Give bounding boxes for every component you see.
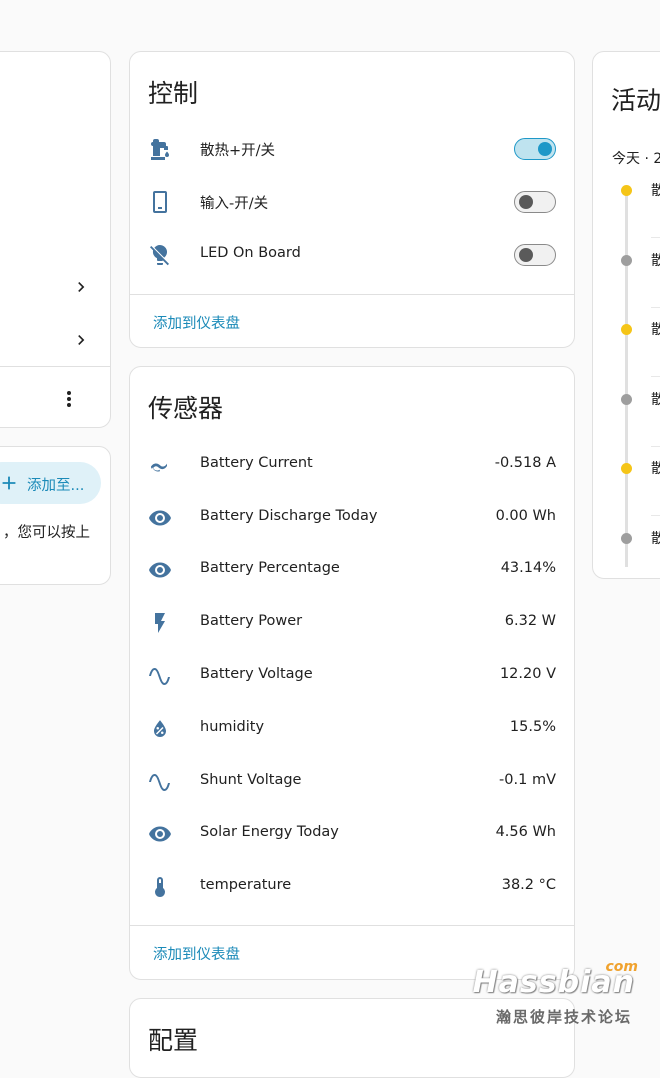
sensor-label: Battery Discharge Today	[200, 508, 378, 524]
sensor-value: 4.56 Wh	[495, 824, 556, 840]
add-to-dashboard-link[interactable]: 添加到仪表盘	[153, 312, 240, 333]
activity-dot	[621, 463, 632, 474]
watermark-subtitle: 瀚思彼岸技术论坛	[495, 1008, 632, 1026]
hint-text: ，您可以按上	[3, 525, 90, 541]
sensor-value: -0.1 mV	[499, 772, 556, 788]
activity-separator	[651, 376, 660, 377]
control-label: 散热+开/关	[200, 143, 276, 159]
water-percent-icon	[148, 717, 172, 741]
device-info-card	[0, 51, 111, 428]
sensor-row[interactable]: Solar Energy Today 4.56 Wh	[130, 814, 574, 854]
cellphone-icon	[148, 190, 172, 214]
activity-dot	[621, 324, 632, 335]
activity-entry[interactable]: 散	[651, 389, 660, 409]
activity-dot	[621, 255, 632, 266]
add-to-button-label: 添加至...	[27, 478, 85, 494]
automation-card: 添加至... ，您可以按上	[0, 446, 111, 585]
activity-entry[interactable]: 散	[651, 180, 660, 200]
activity-separator	[651, 237, 660, 238]
activity-dot	[621, 185, 632, 196]
sensor-row[interactable]: Shunt Voltage -0.1 mV	[130, 762, 574, 802]
activity-entry[interactable]: 散	[651, 528, 660, 548]
control-row[interactable]: LED On Board	[130, 235, 574, 275]
sine-wave-icon	[148, 664, 172, 688]
control-label: LED On Board	[200, 245, 301, 261]
eye-icon	[148, 822, 172, 846]
timeline-line	[625, 192, 628, 567]
add-to-dashboard-link[interactable]: 添加到仪表盘	[153, 943, 240, 964]
sensor-value: 38.2 °C	[501, 877, 556, 893]
thermometer-icon	[148, 875, 172, 899]
sensors-title: 传感器	[148, 394, 224, 423]
more-vert-icon[interactable]	[57, 387, 81, 411]
card-divider	[130, 925, 574, 926]
controls-card: 控制 散热+开/关 输入-开/关 LED On Board 添加到仪表盘	[129, 51, 575, 348]
sensor-label: temperature	[200, 877, 292, 893]
sine-wave-icon	[148, 770, 172, 794]
sensor-label: Solar Energy Today	[200, 824, 339, 840]
sensor-row[interactable]: Battery Voltage 12.20 V	[130, 656, 574, 696]
sensor-row[interactable]: Battery Power 6.32 W	[130, 603, 574, 643]
sensor-row[interactable]: Battery Percentage 43.14%	[130, 550, 574, 590]
eye-icon	[148, 558, 172, 582]
cooling-toggle[interactable]	[514, 138, 556, 160]
watermark: com Hassbian 瀚思彼岸技术论坛	[460, 959, 660, 1031]
plus-icon	[2, 476, 16, 490]
sensor-label: Battery Voltage	[200, 666, 313, 682]
activity-separator	[651, 446, 660, 447]
lightbulb-off-icon	[148, 243, 172, 267]
water-pump-icon	[148, 137, 172, 161]
sensor-label: Shunt Voltage	[200, 772, 302, 788]
control-row[interactable]: 输入-开/关	[130, 182, 574, 222]
eye-icon	[148, 506, 172, 530]
activity-title: 活动	[611, 86, 660, 115]
sensor-row[interactable]: temperature 38.2 °C	[130, 867, 574, 907]
activity-entry[interactable]: 散	[651, 250, 660, 270]
sensor-value: 12.20 V	[499, 666, 556, 682]
sensor-row[interactable]: humidity 15.5%	[130, 709, 574, 749]
activity-dot	[621, 533, 632, 544]
sensor-value: 6.32 W	[504, 613, 556, 629]
sensor-label: humidity	[200, 719, 265, 735]
chevron-right-icon[interactable]	[71, 330, 91, 350]
sensor-value: 15.5%	[509, 719, 556, 735]
led-toggle[interactable]	[514, 244, 556, 266]
control-label: 输入-开/关	[200, 196, 269, 212]
activity-separator	[651, 307, 660, 308]
sensors-card: 传感器 Battery Current -0.518 A Battery Dis…	[129, 366, 575, 980]
sensor-row[interactable]: Battery Current -0.518 A	[130, 445, 574, 485]
controls-title: 控制	[148, 79, 199, 108]
card-divider	[0, 366, 110, 367]
sensor-value: -0.518 A	[494, 455, 556, 471]
watermark-brand: Hassbian	[472, 965, 635, 1000]
activity-dot	[621, 394, 632, 405]
sensor-value: 0.00 Wh	[495, 508, 556, 524]
config-title: 配置	[148, 1026, 199, 1055]
activity-entry[interactable]: 散	[651, 458, 660, 478]
add-to-button[interactable]: 添加至...	[0, 462, 101, 504]
input-toggle[interactable]	[514, 191, 556, 213]
sensor-label: Battery Current	[200, 455, 313, 471]
sensor-value: 43.14%	[500, 560, 556, 576]
sensor-label: Battery Power	[200, 613, 303, 629]
flash-icon	[148, 611, 172, 635]
card-divider	[130, 294, 574, 295]
activity-date: 今天 · 2	[612, 151, 660, 167]
chevron-right-icon[interactable]	[71, 277, 91, 297]
activity-entry[interactable]: 散	[651, 319, 660, 339]
activity-separator	[651, 515, 660, 516]
current-ac-icon	[148, 453, 172, 477]
sensor-label: Battery Percentage	[200, 560, 340, 576]
sensor-row[interactable]: Battery Discharge Today 0.00 Wh	[130, 498, 574, 538]
activity-card: 活动 今天 · 2 散 散 散 散 散 散	[592, 51, 660, 579]
control-row[interactable]: 散热+开/关	[130, 129, 574, 169]
